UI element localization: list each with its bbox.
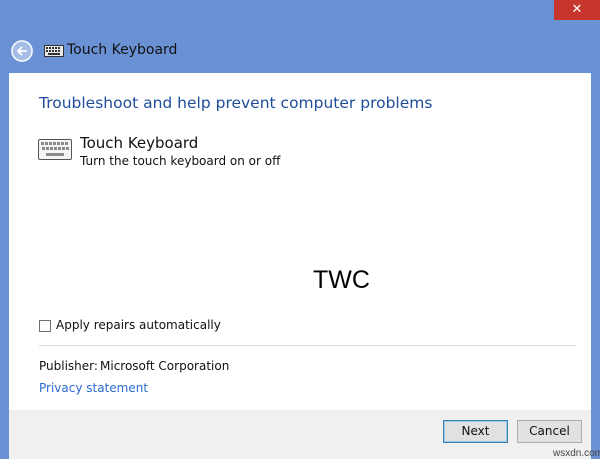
header-row: Touch Keyboard [0,32,600,72]
publisher-value: Microsoft Corporation [100,359,230,373]
troubleshooter-description: Turn the touch keyboard on or off [80,154,281,168]
twc-watermark: TWC [313,266,370,294]
window-title: Touch Keyboard [67,42,178,58]
close-button[interactable]: ✕ [554,0,600,20]
keyboard-icon [44,45,64,57]
apply-repairs-label[interactable]: Apply repairs automatically [56,318,221,332]
apply-repairs-checkbox[interactable] [39,320,51,332]
privacy-statement-link[interactable]: Privacy statement [39,381,148,395]
publisher-label: Publisher: [39,359,98,373]
cancel-button[interactable]: Cancel [517,420,582,443]
troubleshooter-title: Touch Keyboard [80,134,199,152]
troubleshooter-window: ✕ Touch Keyboard Troubleshoot and help p… [0,0,600,459]
keyboard-icon [38,139,72,160]
content-pane: Troubleshoot and help prevent computer p… [9,73,591,410]
title-bar: ✕ [0,0,600,30]
page-heading: Troubleshoot and help prevent computer p… [39,94,433,112]
back-button[interactable] [11,40,33,62]
back-arrow-icon [11,40,33,62]
close-icon: ✕ [571,2,583,17]
next-button[interactable]: Next [443,420,508,443]
footer-bar: Next Cancel [9,410,591,459]
site-watermark: wsxdn.com [553,448,600,459]
divider [39,345,576,346]
